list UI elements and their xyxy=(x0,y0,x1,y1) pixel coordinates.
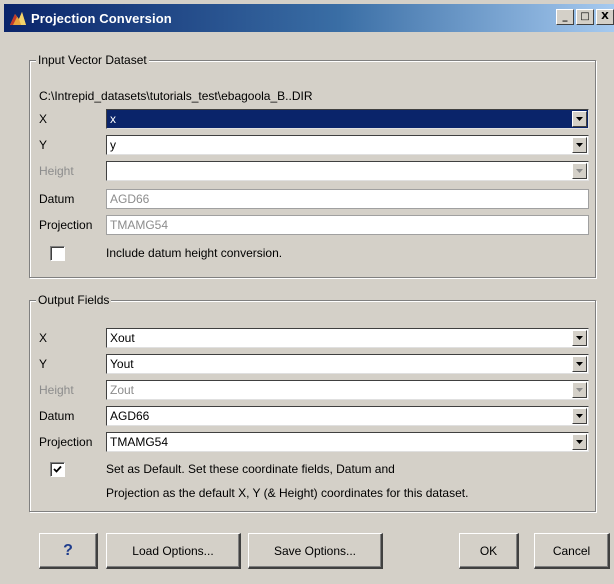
group-legend: Input Vector Dataset xyxy=(36,53,149,67)
help-button[interactable]: ? xyxy=(39,533,98,569)
set-default-checkbox[interactable] xyxy=(50,462,65,477)
output-y-value: Yout xyxy=(110,357,134,371)
dataset-path: C:\Intrepid_datasets\tutorials_test\ebag… xyxy=(39,89,313,103)
output-datum-select[interactable]: AGD66 xyxy=(106,406,589,426)
output-x-select[interactable]: Xout xyxy=(106,328,589,348)
output-projection-label: Projection xyxy=(39,435,93,449)
cancel-button[interactable]: Cancel xyxy=(534,533,610,569)
input-y-label: Y xyxy=(39,138,48,152)
input-height-label: Height xyxy=(39,164,74,178)
window-title: Projection Conversion xyxy=(31,10,172,26)
chevron-down-icon[interactable] xyxy=(572,330,587,346)
projection-conversion-dialog: Projection Conversion _ □ X Input Vector… xyxy=(0,0,614,584)
set-default-label-line2: Projection as the default X, Y (& Height… xyxy=(106,486,469,500)
load-options-button[interactable]: Load Options... xyxy=(106,533,241,569)
datum-height-checkbox-label: Include datum height conversion. xyxy=(106,246,283,260)
output-y-select[interactable]: Yout xyxy=(106,354,589,374)
input-datum-label: Datum xyxy=(39,192,75,206)
chevron-down-icon[interactable] xyxy=(572,163,587,179)
input-projection-value: TMAMG54 xyxy=(110,218,169,232)
chevron-down-icon[interactable] xyxy=(572,382,587,398)
output-projection-select[interactable]: TMAMG54 xyxy=(106,432,589,452)
output-x-value: Xout xyxy=(110,331,135,345)
input-projection-label: Projection xyxy=(39,218,93,232)
title-bar[interactable]: Projection Conversion _ □ X xyxy=(4,4,614,32)
set-default-label-line1: Set as Default. Set these coordinate fie… xyxy=(106,462,395,476)
input-datum-value: AGD66 xyxy=(110,192,150,206)
output-datum-value: AGD66 xyxy=(110,409,150,423)
input-x-value: x xyxy=(110,112,116,126)
input-y-select[interactable]: y xyxy=(106,135,589,155)
minimize-button[interactable]: _ xyxy=(556,9,574,25)
save-options-button[interactable]: Save Options... xyxy=(248,533,383,569)
output-datum-label: Datum xyxy=(39,409,75,423)
input-height-select[interactable] xyxy=(106,161,589,181)
close-button[interactable]: X xyxy=(596,9,614,25)
input-y-value: y xyxy=(110,138,116,152)
app-icon xyxy=(8,9,28,27)
help-icon: ? xyxy=(63,541,73,559)
output-height-select[interactable]: Zout xyxy=(106,380,589,400)
output-y-label: Y xyxy=(39,357,48,371)
input-projection-field: TMAMG54 xyxy=(106,215,589,235)
maximize-button[interactable]: □ xyxy=(576,9,594,25)
datum-height-checkbox[interactable] xyxy=(50,246,65,261)
output-x-label: X xyxy=(39,331,48,345)
group-legend: Output Fields xyxy=(36,293,112,307)
output-height-value: Zout xyxy=(110,383,135,397)
chevron-down-icon[interactable] xyxy=(572,434,587,450)
input-x-select[interactable]: x xyxy=(106,109,589,129)
ok-button[interactable]: OK xyxy=(459,533,519,569)
output-height-label: Height xyxy=(39,383,74,397)
chevron-down-icon[interactable] xyxy=(572,356,587,372)
chevron-down-icon[interactable] xyxy=(572,408,587,424)
input-datum-field: AGD66 xyxy=(106,189,589,209)
chevron-down-icon[interactable] xyxy=(572,111,587,127)
checkmark-icon xyxy=(53,465,62,473)
output-projection-value: TMAMG54 xyxy=(110,435,169,449)
input-x-label: X xyxy=(39,112,48,126)
chevron-down-icon[interactable] xyxy=(572,137,587,153)
